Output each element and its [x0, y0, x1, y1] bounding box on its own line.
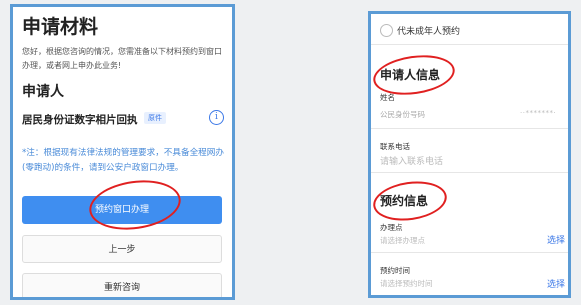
divider: [371, 172, 568, 173]
divider: [371, 252, 568, 253]
material-item-photo-receipt: 居民身份证数字相片回执: [22, 114, 138, 126]
original-badge: 原件: [144, 112, 166, 124]
office-placeholder[interactable]: 请选择办理点: [380, 235, 425, 246]
office-label: 办理点: [380, 223, 403, 232]
id-number-label: 公民身份号码: [380, 110, 425, 119]
intro-text: 您好，根据您咨询的情况，您需准备以下材料预约到窗口办理，或者网上申办此业务!: [22, 47, 222, 70]
page-title: 申请材料: [22, 16, 99, 38]
divider: [371, 44, 568, 45]
annotation-circle: [371, 177, 450, 225]
time-select-button[interactable]: 选择: [547, 277, 565, 290]
id-number-value: ··*******·: [520, 109, 557, 117]
previous-step-button[interactable]: 上一步: [22, 235, 222, 263]
appointment-form-panel: 代未成年人预约 申请人信息 姓名 公民身份号码 ··*******· 联系电话 …: [368, 11, 571, 298]
info-icon[interactable]: i: [209, 110, 224, 125]
office-select-button[interactable]: 选择: [547, 233, 565, 246]
time-placeholder[interactable]: 请选择预约时间: [380, 278, 433, 289]
divider: [371, 128, 568, 129]
annotation-circle: [86, 174, 184, 236]
applicant-heading: 申请人: [22, 84, 64, 100]
notice-text: *注：根据现有法律法规的管理要求，不具备全程网办(零跑动)的条件，请到公安户政窗…: [22, 148, 224, 173]
minor-option-label[interactable]: 代未成年人预约: [397, 24, 460, 37]
restart-consult-button[interactable]: 重新咨询: [22, 273, 222, 297]
materials-panel: 申请材料 您好，根据您咨询的情况，您需准备以下材料预约到窗口办理，或者网上申办此…: [10, 4, 235, 300]
phone-label: 联系电话: [380, 142, 410, 151]
phone-input[interactable]: 请输入联系电话: [380, 154, 443, 167]
minor-radio[interactable]: [380, 24, 393, 37]
time-label: 预约时间: [380, 266, 410, 275]
